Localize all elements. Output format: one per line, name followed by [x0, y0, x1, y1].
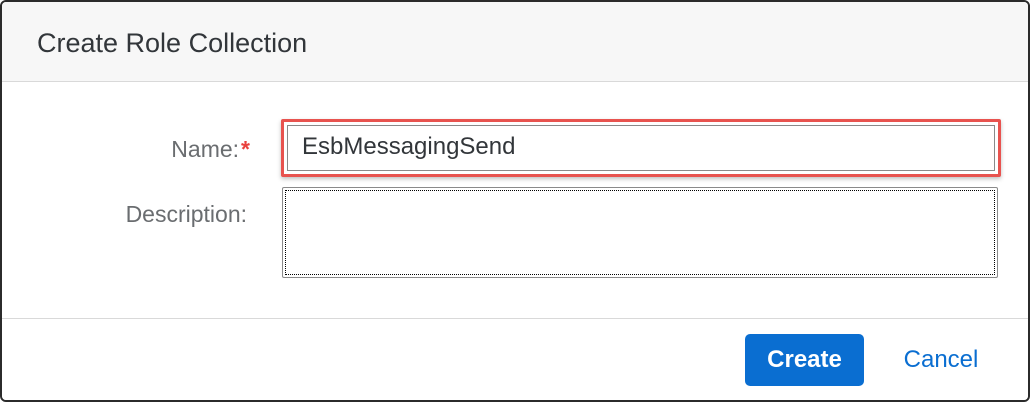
description-textarea-focus-ring — [285, 190, 995, 275]
name-input[interactable]: EsbMessagingSend — [287, 125, 995, 171]
dialog-title: Create Role Collection — [37, 28, 308, 58]
dialog-footer: Create Cancel — [2, 318, 1028, 400]
dialog-header: Create Role Collection — [2, 2, 1028, 82]
description-label: Description: — [125, 201, 247, 227]
description-textarea[interactable] — [282, 187, 998, 278]
name-label-text: Name: — [171, 136, 240, 162]
cancel-button[interactable]: Cancel — [882, 334, 1000, 386]
name-field-highlight: EsbMessagingSend — [281, 119, 1001, 177]
create-role-collection-dialog: Create Role Collection Name:* EsbMessagi… — [0, 0, 1030, 402]
required-marker: * — [241, 136, 250, 162]
name-label: Name:* — [171, 135, 250, 163]
create-button[interactable]: Create — [745, 334, 864, 386]
